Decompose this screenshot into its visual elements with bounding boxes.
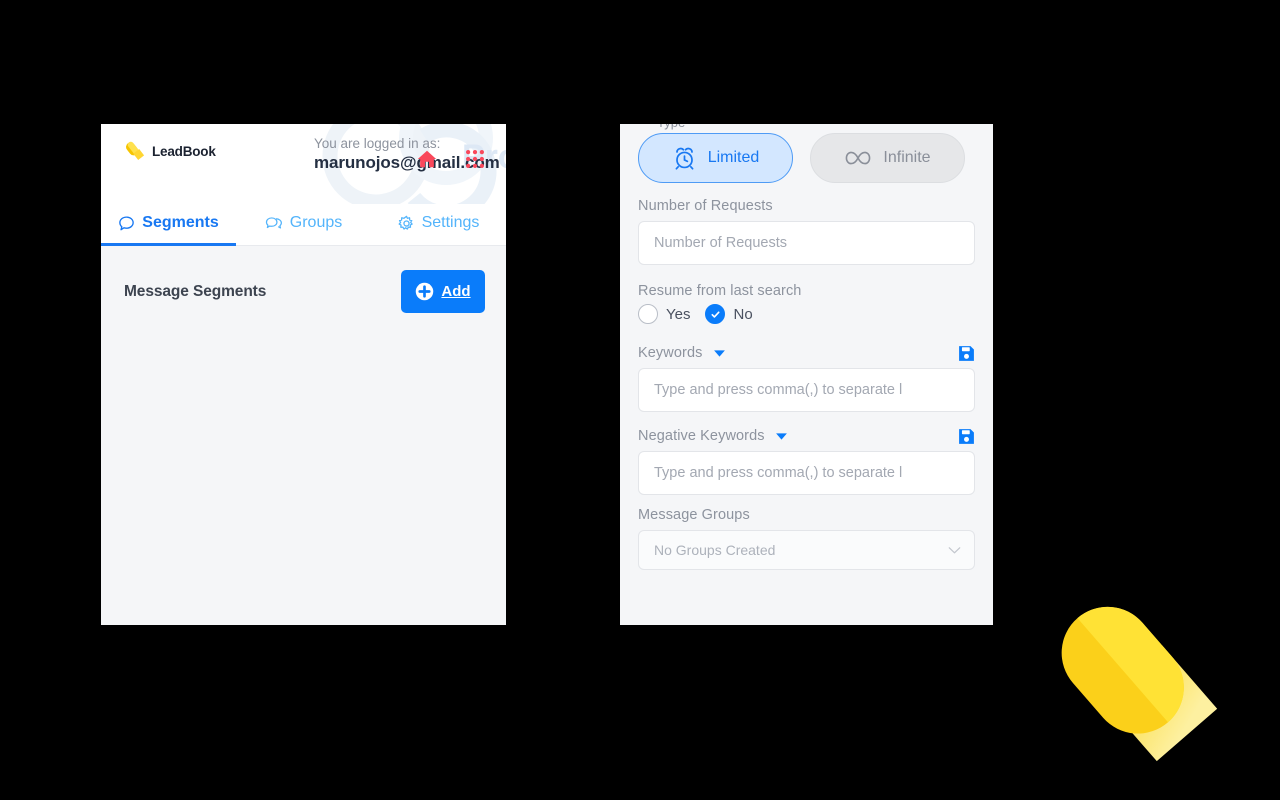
alarm-clock-icon <box>675 147 694 170</box>
left-panel-header: Pro LeadBook You are logged in as: marun… <box>101 124 506 204</box>
tab-segments[interactable]: Segments <box>101 204 236 246</box>
leadbook-logo-icon <box>126 141 145 160</box>
number-of-requests-label: Number of Requests <box>638 198 773 214</box>
message-groups-selected-value: No Groups Created <box>654 542 776 558</box>
radio-option-yes[interactable]: Yes <box>638 304 690 324</box>
tab-segments-label: Segments <box>142 214 219 231</box>
mode-button-limited[interactable]: Limited <box>638 133 793 183</box>
radio-circle-yes <box>638 304 658 324</box>
resume-from-last-search-label: Resume from last search <box>638 283 802 299</box>
tab-groups[interactable]: Groups <box>236 204 371 245</box>
message-groups-label: Message Groups <box>638 507 750 523</box>
radio-label-no: No <box>733 305 753 323</box>
page-title: Message Segments <box>124 282 267 300</box>
tab-groups-label: Groups <box>289 214 343 231</box>
infinity-icon <box>846 151 871 165</box>
left-panel-body: Message Segments Add <box>101 246 506 625</box>
apps-grid-icon[interactable] <box>464 148 486 170</box>
mode-button-limited-label: Limited <box>707 149 760 166</box>
screenshot-stage: Pro LeadBook You are logged in as: marun… <box>0 0 1280 800</box>
plus-circle-icon <box>416 282 434 301</box>
brand-row[interactable]: LeadBook <box>125 140 216 162</box>
save-floppy-icon-negative-keywords[interactable] <box>957 427 976 446</box>
negative-keywords-label: Negative Keywords <box>638 428 765 444</box>
number-of-requests-input[interactable] <box>638 221 975 265</box>
mode-toggle-group: Limited Infinite <box>638 133 965 183</box>
radio-option-no[interactable]: No <box>705 304 753 324</box>
message-groups-select[interactable]: No Groups Created <box>638 530 975 570</box>
chevron-down-icon <box>948 546 961 553</box>
mode-button-infinite-label: Infinite <box>883 149 931 166</box>
keywords-input[interactable] <box>638 368 975 412</box>
brand-name: LeadBook <box>152 143 216 159</box>
radio-circle-no <box>705 304 726 324</box>
keywords-label-row[interactable]: Keywords <box>638 345 726 361</box>
negative-keywords-label-row[interactable]: Negative Keywords <box>638 428 788 444</box>
tab-settings[interactable]: Settings <box>371 204 506 245</box>
right-panel: Type Limited Infinite <box>620 124 993 625</box>
groups-icon <box>265 216 282 229</box>
home-icon[interactable] <box>416 148 438 170</box>
add-button[interactable]: Add <box>401 270 485 313</box>
caret-down-icon <box>713 350 725 357</box>
keywords-label: Keywords <box>638 345 703 361</box>
tab-settings-label: Settings <box>421 214 480 231</box>
radio-label-yes: Yes <box>666 305 691 323</box>
segments-header: Message Segments Add <box>124 270 485 313</box>
caret-down-icon <box>775 433 787 440</box>
left-panel: Pro LeadBook You are logged in as: marun… <box>101 124 506 625</box>
tab-bar: Segments Groups Settings <box>101 204 506 246</box>
save-floppy-icon-keywords[interactable] <box>957 344 976 363</box>
gear-icon <box>398 215 413 230</box>
chat-bubble-icon <box>119 215 135 230</box>
resume-radio-group: Yes No <box>638 304 753 324</box>
check-icon <box>711 310 720 318</box>
negative-keywords-input[interactable] <box>638 451 975 495</box>
clipped-top-text: Type <box>657 124 685 130</box>
add-button-label: Add <box>441 283 471 300</box>
mode-button-infinite[interactable]: Infinite <box>810 133 965 183</box>
leadbook-logo-mark <box>1061 606 1218 762</box>
header-icon-group <box>416 148 486 170</box>
